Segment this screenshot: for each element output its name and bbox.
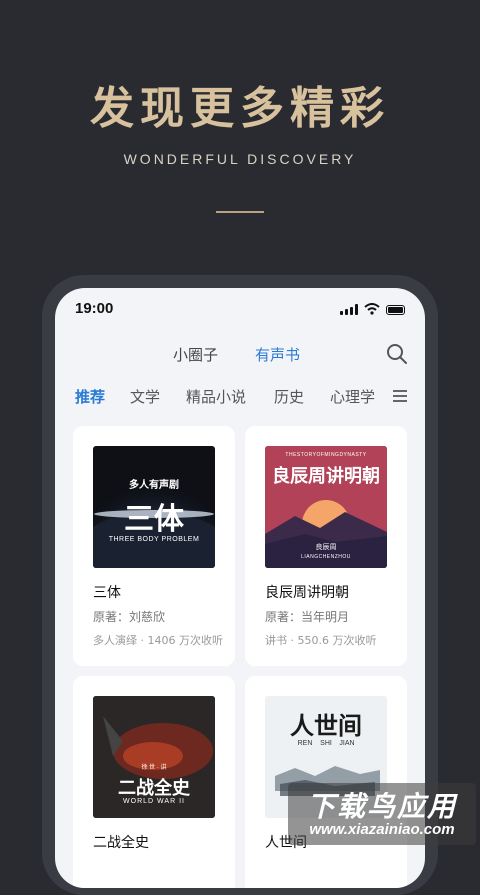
hero-subtitle: WONDERFUL DISCOVERY bbox=[123, 151, 357, 167]
cover-subtitle: THREE BODY PROBLEM bbox=[108, 536, 200, 543]
cover-sub-2: SHI bbox=[320, 740, 332, 747]
category-tabs: 推荐 文学 精品小说 历史 心理学 bbox=[55, 384, 425, 410]
tab-circle[interactable]: 小圈子 bbox=[173, 344, 218, 365]
category-recommend[interactable]: 推荐 bbox=[75, 386, 105, 407]
search-icon[interactable] bbox=[385, 342, 409, 366]
watermark-url: www.xiazainiao.com bbox=[309, 821, 455, 838]
category-literature[interactable]: 文学 bbox=[130, 386, 160, 407]
book-card[interactable]: THESTORYOFMINGDYNASTY 良辰周讲明朝 良辰周 LIANGCH… bbox=[245, 426, 407, 666]
status-icons bbox=[340, 303, 405, 315]
hero-title: 发现更多精彩 bbox=[90, 83, 390, 134]
cover-sub-1: REN bbox=[297, 740, 313, 747]
book-title: 二战全史 bbox=[93, 835, 149, 851]
book-title: 三体 bbox=[93, 585, 121, 601]
book-author: 原著：当年明月 bbox=[265, 610, 350, 624]
signal-icon bbox=[340, 304, 358, 315]
cover-title: 人世间 bbox=[290, 713, 362, 740]
book-cover: 徐 世 · 讲 二战全史 WORLD WAR II bbox=[93, 696, 215, 818]
book-meta: 多人演绎 · 1406 万次收听 bbox=[93, 634, 223, 647]
wifi-icon bbox=[364, 303, 380, 315]
cover-signature: 良辰周 bbox=[315, 544, 337, 551]
status-time: 19:00 bbox=[75, 300, 114, 317]
book-cover: 多人有声剧 三体 THREE BODY PROBLEM bbox=[93, 446, 215, 568]
cover-bottom-text: LIANGCHENZHOU bbox=[301, 554, 351, 560]
category-novel[interactable]: 精品小说 bbox=[186, 386, 246, 407]
hero-divider bbox=[216, 211, 264, 213]
book-title: 良辰周讲明朝 bbox=[265, 585, 349, 601]
book-cover: THESTORYOFMINGDYNASTY 良辰周讲明朝 良辰周 LIANGCH… bbox=[265, 446, 387, 568]
cover-sub-3: JIAN bbox=[339, 740, 355, 747]
top-tabs: 小圈子 有声书 bbox=[55, 340, 425, 370]
cover-top-text: THESTORYOFMINGDYNASTY bbox=[285, 452, 367, 458]
battery-icon bbox=[386, 305, 405, 315]
cover-title: 良辰周讲明朝 bbox=[272, 466, 380, 486]
book-author: 原著：刘慈欣 bbox=[93, 610, 166, 624]
status-bar: 19:00 bbox=[55, 288, 425, 332]
tab-audiobook[interactable]: 有声书 bbox=[255, 344, 300, 365]
menu-icon[interactable] bbox=[393, 390, 407, 402]
watermark: 下载鸟应用 www.xiazainiao.com bbox=[288, 783, 476, 845]
watermark-title: 下载鸟应用 bbox=[306, 790, 457, 823]
category-psychology[interactable]: 心理学 bbox=[330, 386, 375, 407]
category-history[interactable]: 历史 bbox=[274, 386, 304, 407]
book-card[interactable]: 人世间 REN SHI JIAN 人世间 bbox=[245, 676, 407, 888]
book-card[interactable]: 徐 世 · 讲 二战全史 WORLD WAR II 二战全史 bbox=[73, 676, 235, 888]
cover-title: 三体 bbox=[124, 502, 184, 537]
cover-subtitle: WORLD WAR II bbox=[123, 798, 185, 805]
cover-small-text: 徐 世 · 讲 bbox=[141, 765, 167, 771]
cover-title: 二战全史 bbox=[118, 778, 190, 798]
cover-tag: 多人有声剧 bbox=[129, 480, 179, 491]
book-card[interactable]: 多人有声剧 三体 THREE BODY PROBLEM 三体 原著：刘慈欣 多人… bbox=[73, 426, 235, 666]
book-meta: 讲书 · 550.6 万次收听 bbox=[265, 634, 377, 647]
